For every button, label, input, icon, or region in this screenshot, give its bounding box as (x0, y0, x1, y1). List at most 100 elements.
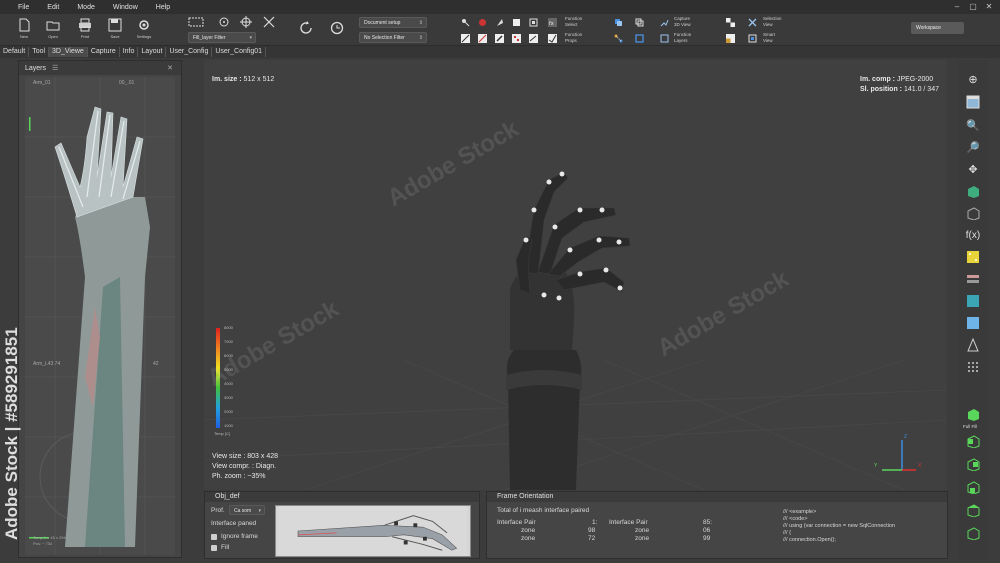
minimize-icon[interactable]: – (952, 2, 962, 12)
image-size-readout: Im. size : 512 x 512 (212, 76, 274, 83)
cone-icon[interactable] (964, 336, 982, 354)
legend-tick: 8000 (224, 325, 233, 330)
close-icon[interactable]: ✕ (984, 2, 994, 12)
pen-tool-icon[interactable] (495, 34, 504, 43)
history-icon[interactable] (329, 20, 345, 36)
open-button[interactable]: Open (41, 18, 65, 44)
panel-menu-icon[interactable]: ☰ (52, 64, 58, 72)
tab-3d-viewer[interactable]: 3D_Viewe (49, 47, 88, 57)
tab-info[interactable]: Info (120, 47, 139, 57)
cube-face-3-icon[interactable] (964, 478, 982, 496)
wireframe-cube-icon[interactable] (964, 204, 982, 222)
zoom-out-icon[interactable]: 🔎 (964, 138, 982, 156)
full-fill-cube-icon[interactable] (964, 405, 982, 423)
tab-default[interactable]: Default (0, 47, 30, 57)
slice-tool-icon[interactable] (495, 18, 504, 27)
blue-box-icon[interactable] (964, 314, 982, 332)
cube-face-4-icon[interactable] (964, 501, 982, 519)
window-controls: – ▢ ✕ (952, 2, 994, 12)
selection-view-icon[interactable] (748, 18, 757, 27)
checker-icon[interactable] (726, 18, 735, 27)
calendar-grid-icon[interactable] (964, 93, 982, 111)
interface-pair-label: Interface Pair (497, 519, 536, 526)
grid-tool-icon[interactable] (512, 34, 521, 43)
line-tool-icon[interactable] (461, 34, 470, 43)
settings-button[interactable]: Settings (132, 18, 156, 44)
undo-icon[interactable] (299, 20, 315, 36)
ignore-frame-checkbox[interactable] (211, 534, 217, 540)
frame-tool-icon[interactable] (529, 18, 538, 27)
split-view-icon[interactable] (726, 34, 735, 43)
save-button[interactable]: Save (103, 18, 127, 44)
image-comp-value: JPEG-2000 (896, 76, 934, 83)
node-link-icon[interactable] (614, 34, 623, 43)
function-props-icon[interactable] (548, 34, 557, 43)
capture-3d-label: Capture 3D View (674, 16, 691, 27)
code-line: /// <example> (783, 509, 817, 515)
record-tool-icon[interactable] (478, 18, 487, 27)
tab-layout[interactable]: Layout (138, 47, 167, 57)
print-button[interactable]: Print (73, 18, 97, 44)
square-tool-icon[interactable] (512, 18, 521, 27)
menu-edit[interactable]: Edit (38, 4, 68, 11)
marquee-select-icon[interactable] (188, 16, 204, 28)
smart-view-icon[interactable] (748, 34, 757, 43)
code-line: /// connection.Open(); (783, 537, 836, 543)
move-crosshair-icon[interactable]: ⊕ (964, 70, 982, 88)
capture-3d-icon[interactable] (660, 18, 669, 27)
new-button[interactable]: New (12, 18, 36, 44)
menu-mode[interactable]: Mode (68, 4, 104, 11)
code-line: /// { (783, 530, 791, 536)
zoom-in-icon[interactable]: 🔍 (964, 116, 982, 134)
target-icon[interactable] (218, 16, 230, 28)
pointer-tool-icon[interactable] (461, 18, 470, 27)
green-cube-icon[interactable] (964, 182, 982, 200)
menu-file[interactable]: File (0, 4, 38, 11)
3d-viewport[interactable]: Im. size : 512 x 512 Im. comp : JPEG-200… (204, 60, 947, 490)
fill-layer-filter-dropdown[interactable]: Fill_layer Filter ▾ (188, 32, 256, 43)
teal-cube-icon[interactable] (964, 292, 982, 310)
legend-tick: 7000 (224, 339, 233, 344)
function-select-label: Function Select (565, 16, 583, 27)
crosshair-icon[interactable] (240, 16, 252, 28)
fill-checkbox[interactable] (211, 545, 217, 551)
blue-cube-icon[interactable] (614, 18, 623, 27)
prof-dropdown[interactable]: Ca som ▾ (229, 505, 265, 515)
menu-help[interactable]: Help (147, 4, 179, 11)
brush-tool-icon[interactable] (529, 34, 538, 43)
ignore-frame-label: Ignore frame (221, 533, 258, 540)
gear-icon (139, 20, 149, 30)
function-select-icon[interactable]: fx (548, 18, 557, 27)
tab-capture[interactable]: Capture (88, 47, 120, 57)
scale-arrows-icon[interactable] (263, 16, 275, 28)
function-layers-icon[interactable] (660, 34, 669, 43)
robotic-hand-preview[interactable] (275, 505, 471, 557)
anatomy-arm-render[interactable] (25, 77, 175, 555)
diagonal-tool-icon[interactable] (478, 34, 487, 43)
layers-panel: Layers ☰ ✕ Arm_01 00_.01 Arm_L43 74 42 T… (18, 60, 182, 558)
cube-face-1-icon[interactable] (964, 432, 982, 450)
dot-grid-icon[interactable] (964, 358, 982, 376)
yellow-dots-icon[interactable] (964, 248, 982, 266)
menu-window[interactable]: Window (104, 4, 147, 11)
layer-top-number: 00_.01 (119, 80, 135, 86)
tab-user-config01[interactable]: User_Config01 (212, 47, 267, 57)
maximize-icon[interactable]: ▢ (968, 2, 978, 12)
pan-arrows-icon[interactable]: ✥ (964, 160, 982, 178)
panel-close-icon[interactable]: ✕ (167, 64, 173, 72)
cube-face-5-icon[interactable] (964, 524, 982, 542)
cube-face-2-icon[interactable] (964, 455, 982, 473)
tab-user-config[interactable]: User_Config (166, 47, 213, 57)
function-fx-button[interactable]: f(x) (964, 226, 982, 244)
interface-paned-label: Interface paned (211, 520, 257, 527)
layer-mid-label: Arm_L43 74 (33, 361, 61, 367)
image-size-value: 512 x 512 (243, 76, 275, 83)
layer-bars-icon[interactable] (964, 270, 982, 288)
print-label: Print (80, 34, 90, 39)
layers-stack-icon[interactable] (635, 18, 644, 27)
workspace-dropdown[interactable]: Workspace (911, 22, 964, 34)
tab-tool[interactable]: Tool (29, 47, 50, 57)
selection-filter-dropdown[interactable]: No Selection Filter ⇕ (359, 32, 427, 43)
box-select-icon[interactable] (635, 34, 644, 43)
document-setup-dropdown[interactable]: Document setup ⇕ (359, 17, 427, 28)
